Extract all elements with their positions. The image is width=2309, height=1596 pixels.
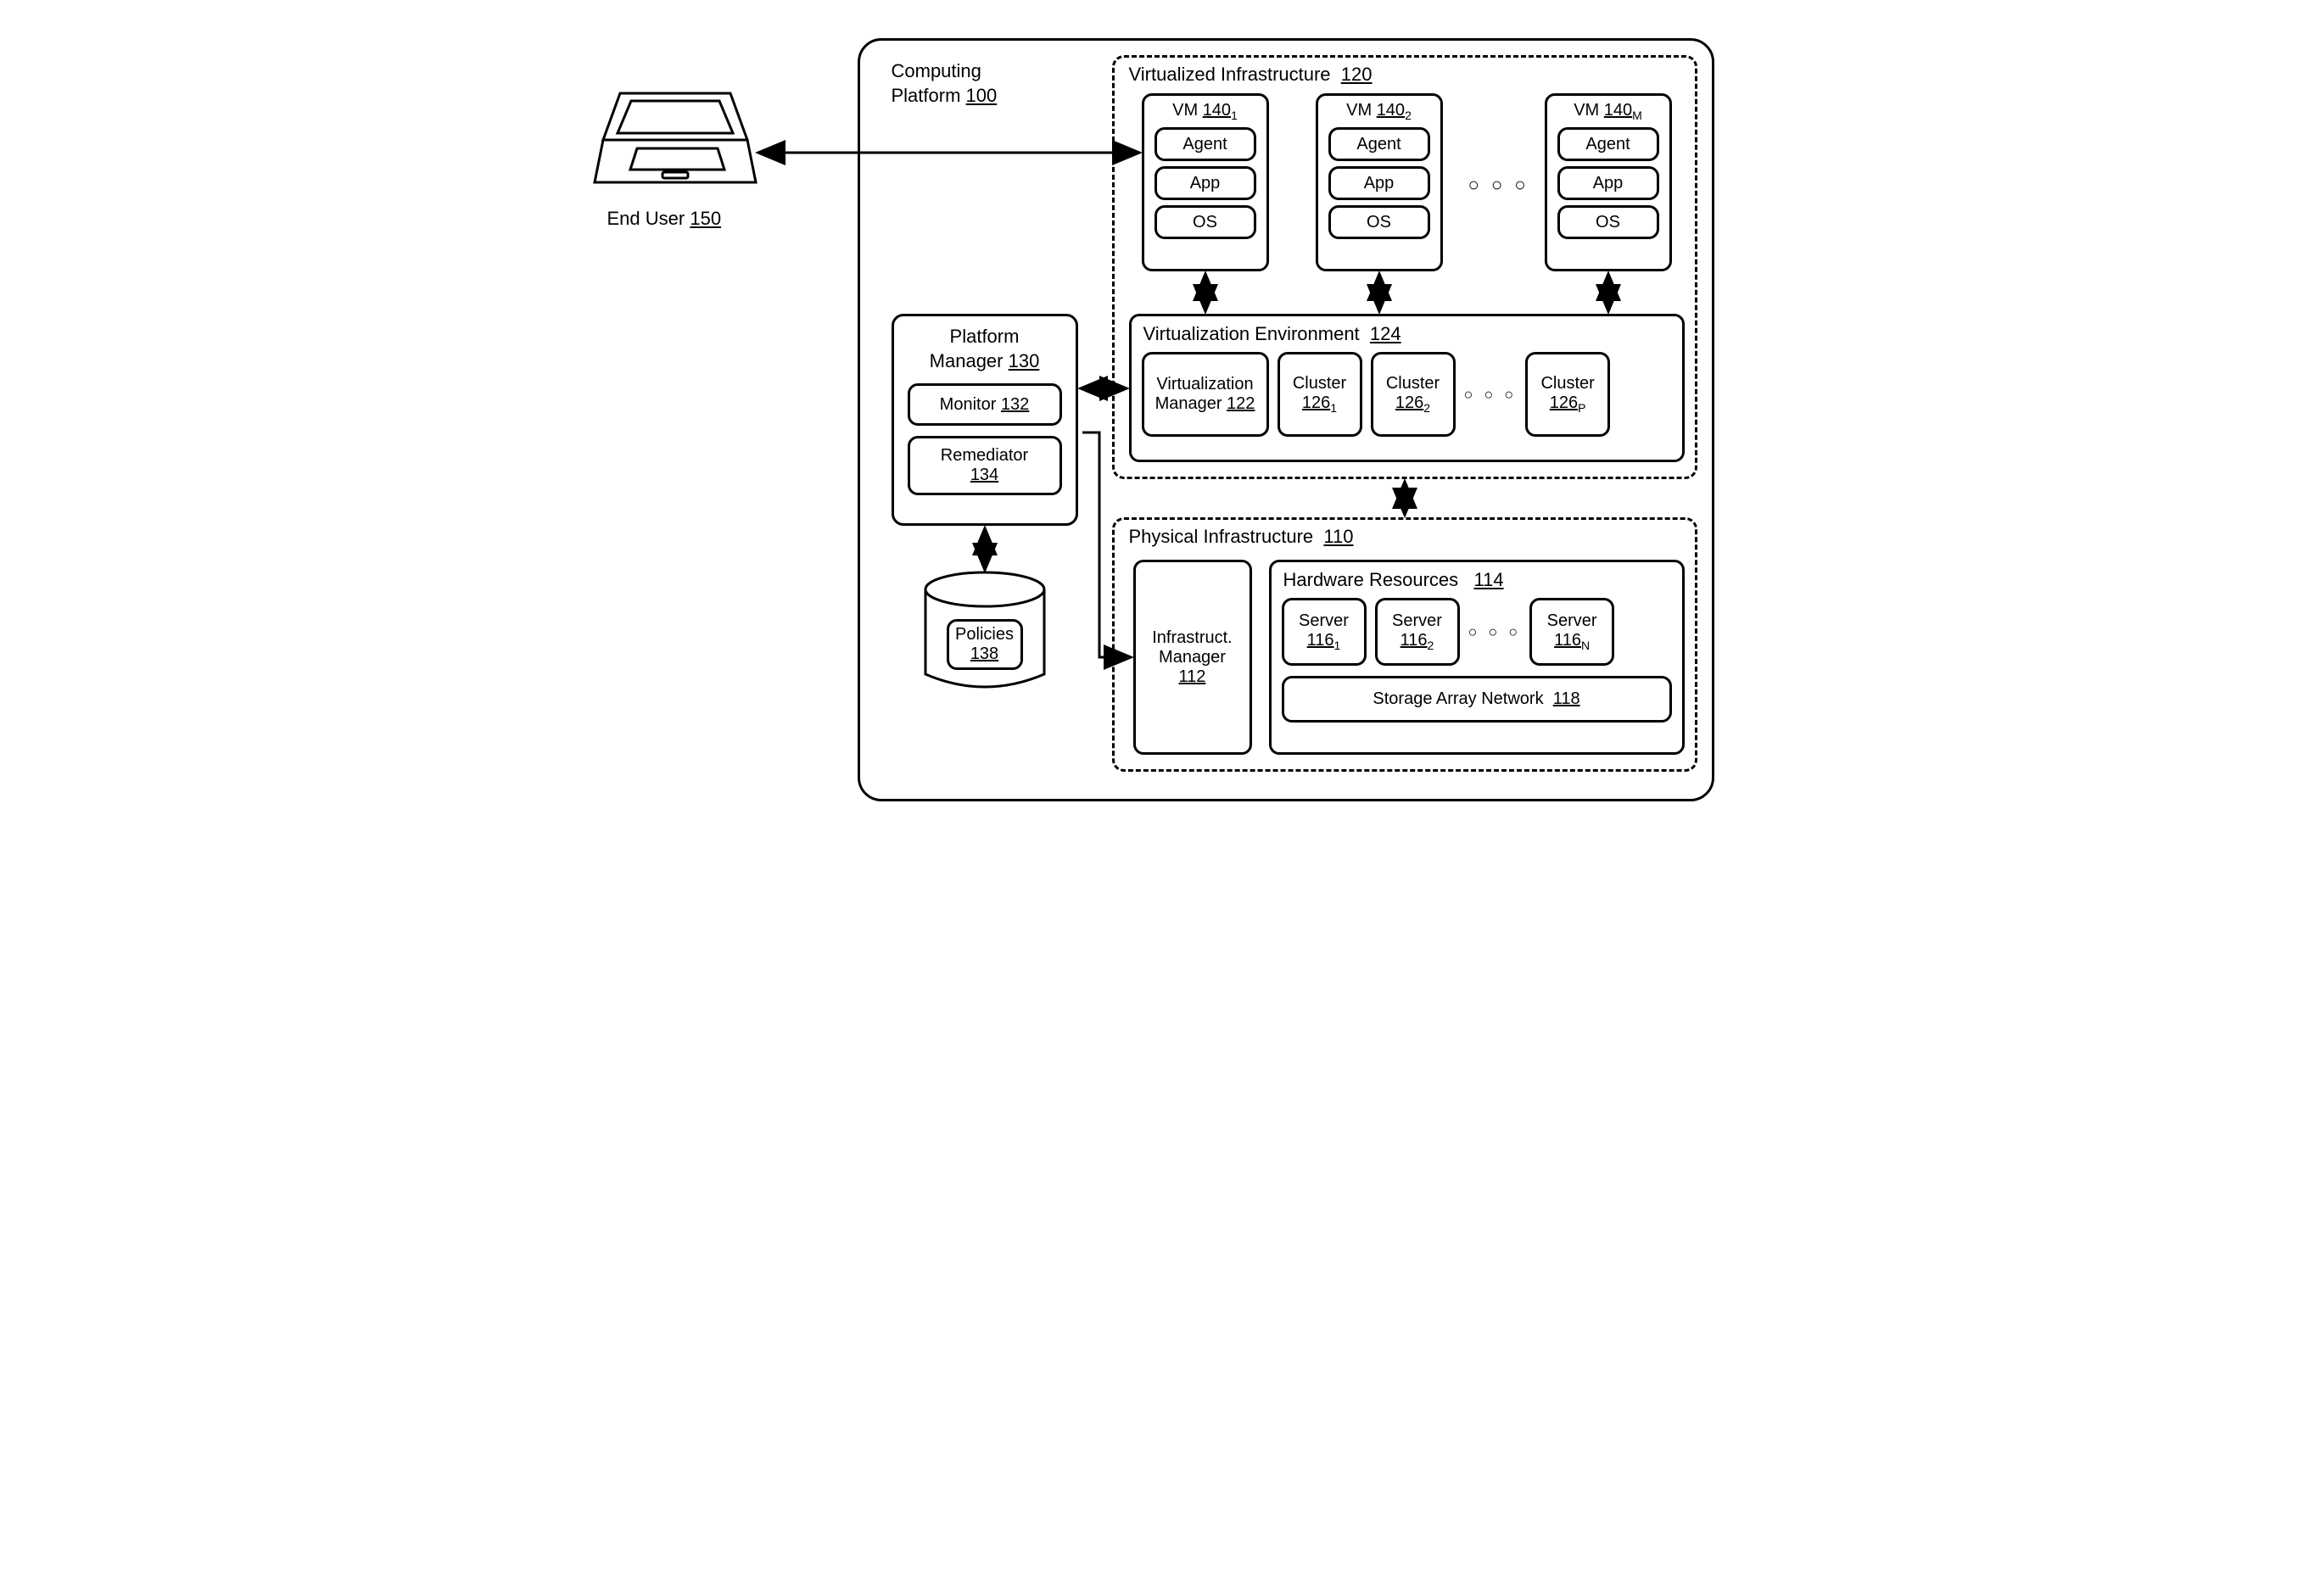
vmM-agent: Agent: [1557, 127, 1659, 161]
cluster-p: Cluster 126P: [1525, 352, 1610, 437]
server-1: Server 1161: [1282, 598, 1367, 666]
virt-env-box: Virtualization Environment 124 Virtualiz…: [1129, 314, 1685, 462]
end-user-label: End User 150: [607, 208, 722, 230]
vm2-agent: Agent: [1328, 127, 1430, 161]
server-2: Server 1162: [1375, 598, 1460, 666]
vm-2-box: VM 1402 Agent App OS: [1316, 93, 1443, 271]
server-n: Server 116N: [1529, 598, 1614, 666]
virt-manager: Virtualization Manager 122: [1142, 352, 1269, 437]
physical-infra-label: Physical Infrastructure 110: [1129, 526, 1354, 548]
monitor-box: Monitor 132: [908, 383, 1062, 426]
vmM-os: OS: [1557, 205, 1659, 239]
vm1-app: App: [1154, 166, 1256, 200]
vm-ellipsis: ○ ○ ○: [1468, 174, 1529, 196]
policies-cylinder: Policies 138: [917, 568, 1053, 704]
server-ellipsis: ○ ○ ○: [1468, 623, 1522, 641]
vm-m-box: VM 140M Agent App OS: [1545, 93, 1672, 271]
vm1-agent: Agent: [1154, 127, 1256, 161]
laptop-icon: [590, 81, 760, 204]
platform-manager-box: Platform Manager 130 Monitor 132 Remedia…: [892, 314, 1078, 526]
vm1-os: OS: [1154, 205, 1256, 239]
san-box: Storage Array Network 118: [1282, 676, 1672, 723]
cluster-1: Cluster 1261: [1277, 352, 1362, 437]
cluster-ellipsis: ○ ○ ○: [1464, 386, 1518, 404]
virtualized-infra-label: Virtualized Infrastructure 120: [1129, 64, 1373, 86]
vm-1-box: VM 1401 Agent App OS: [1142, 93, 1269, 271]
vm2-os: OS: [1328, 205, 1430, 239]
diagram-canvas: End User 150 Computing Platform 100 Virt…: [578, 17, 1732, 815]
vm2-app: App: [1328, 166, 1430, 200]
hardware-resources-box: Hardware Resources 114 Server 1161 Serve…: [1269, 560, 1685, 755]
remediator-box: Remediator 134: [908, 436, 1062, 495]
computing-platform-label: Computing Platform 100: [892, 59, 998, 108]
vmM-app: App: [1557, 166, 1659, 200]
cluster-2: Cluster 1262: [1371, 352, 1456, 437]
infra-manager-box: Infrastruct. Manager 112: [1133, 560, 1252, 755]
